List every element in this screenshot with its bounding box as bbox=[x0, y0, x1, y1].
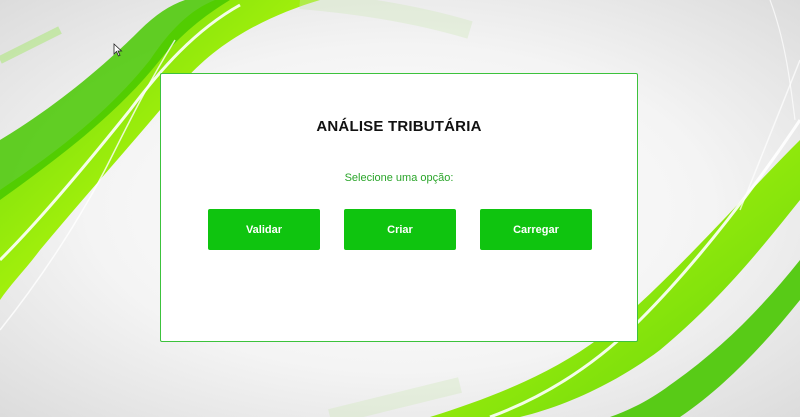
create-button[interactable]: Criar bbox=[344, 209, 456, 250]
option-prompt: Selecione uma opção: bbox=[344, 172, 454, 184]
load-button[interactable]: Carregar bbox=[480, 209, 592, 250]
mouse-pointer-icon bbox=[113, 43, 123, 57]
options-panel: ANÁLISE TRIBUTÁRIA Selecione uma opção: … bbox=[160, 73, 638, 342]
desktop-stage: ANÁLISE TRIBUTÁRIA Selecione uma opção: … bbox=[0, 0, 800, 417]
page-title: ANÁLISE TRIBUTÁRIA bbox=[316, 118, 482, 135]
validate-button[interactable]: Validar bbox=[208, 209, 320, 250]
